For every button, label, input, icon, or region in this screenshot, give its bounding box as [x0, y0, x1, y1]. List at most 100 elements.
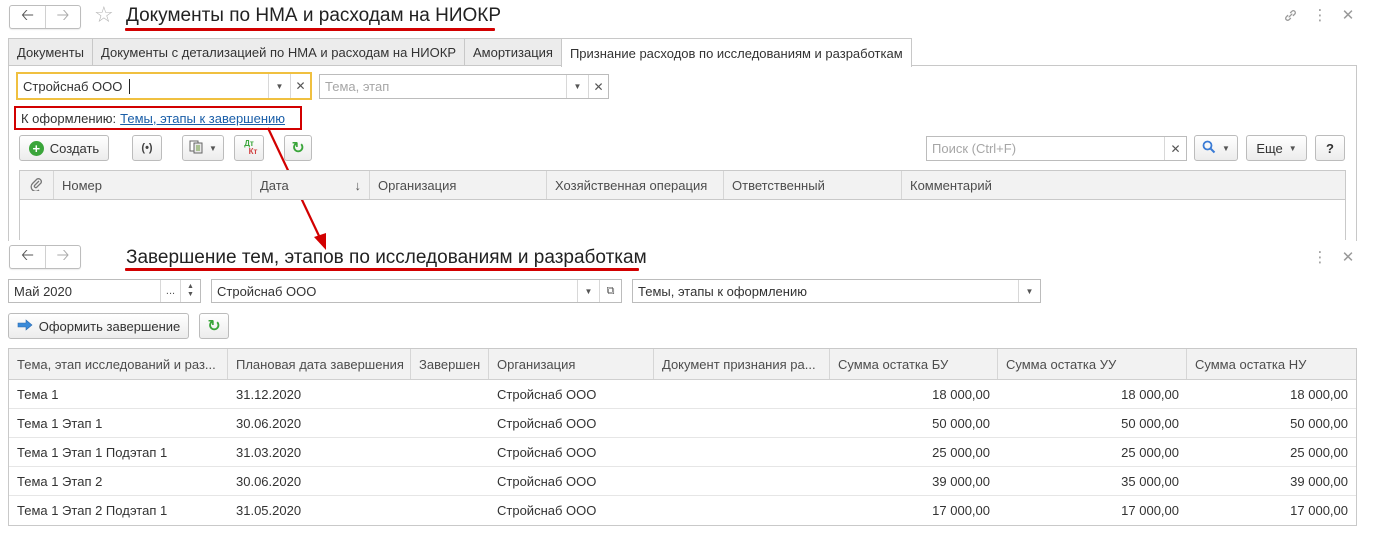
dt-kt-button[interactable]: Дт Кт: [234, 135, 264, 161]
cell-organization: Стройснаб ООО: [497, 503, 597, 518]
close-window-icon[interactable]: ✕: [1339, 248, 1357, 266]
cell-completed: [411, 496, 489, 525]
cell-planned-date: 30.06.2020: [236, 415, 302, 431]
cell-balance-nu: 50 000,00: [1290, 415, 1348, 431]
complete-button-label: Оформить завершение: [38, 318, 181, 334]
search-placeholder: Поиск (Ctrl+F): [932, 141, 1017, 156]
cell-balance-bu: 18 000,00: [932, 386, 990, 402]
column-planned-date[interactable]: Плановая дата завершения: [228, 349, 411, 379]
period-spinner[interactable]: ▲ ▼: [180, 280, 200, 302]
spin-up-icon[interactable]: ▲: [187, 283, 194, 291]
bottom-title-annotation-underline: [125, 268, 639, 271]
cell-balance-uu: 17 000,00: [1121, 503, 1179, 518]
cell-organization: Стройснаб ООО: [497, 415, 597, 431]
bottom-nav-buttons: 🡠 🡢: [9, 245, 81, 269]
copy-documents-button[interactable]: ▼: [182, 135, 224, 161]
forward-arrow-icon[interactable]: 🡢: [45, 246, 80, 268]
refresh-icon: ↻: [291, 140, 305, 157]
cell-balance-uu: 18 000,00: [1121, 386, 1179, 402]
cell-balance-uu: 35 000,00: [1121, 473, 1179, 489]
period-select-button[interactable]: ...: [160, 280, 180, 302]
cell-organization: Стройснаб ООО: [497, 444, 597, 460]
bottom-organization-value: Стройснаб ООО: [217, 283, 317, 299]
cell-topic: Тема 1 Этап 2 Подэтап 1: [17, 503, 168, 518]
cell-planned-date: 30.06.2020: [236, 473, 302, 489]
cell-balance-nu: 18 000,00: [1290, 386, 1348, 402]
cell-planned-date: 31.03.2020: [236, 444, 302, 460]
chevron-down-icon: ▼: [1222, 143, 1230, 153]
refresh-button[interactable]: ↻: [284, 135, 312, 161]
kt-label: Кт: [248, 147, 258, 156]
help-button[interactable]: ?: [1315, 135, 1345, 161]
column-number[interactable]: Номер: [54, 171, 252, 199]
cell-completed: [411, 467, 489, 495]
create-button-label: Создать: [49, 140, 100, 156]
cell-balance-nu: 39 000,00: [1290, 473, 1348, 489]
complete-button[interactable]: Оформить завершение: [8, 313, 189, 339]
column-responsible[interactable]: Ответственный: [724, 171, 902, 199]
sort-down-icon: ↓: [354, 177, 362, 193]
bottom-refresh-button[interactable]: ↻: [199, 313, 229, 339]
tab-expense-recognition[interactable]: Признание расходов по исследованиям и ра…: [560, 38, 912, 67]
search-button[interactable]: ▼: [1194, 135, 1238, 161]
back-arrow-icon[interactable]: 🡠: [10, 246, 45, 268]
chevron-down-icon[interactable]: ▼: [577, 280, 599, 302]
more-button-label: Еще: [1256, 140, 1283, 156]
cell-topic: Тема 1 Этап 1 Подэтап 1: [17, 444, 168, 460]
period-field[interactable]: Май 2020 ... ▲ ▼: [8, 279, 201, 303]
cell-balance-bu: 17 000,00: [932, 503, 990, 518]
cell-balance-uu: 25 000,00: [1121, 444, 1179, 460]
cell-balance-bu: 39 000,00: [932, 473, 990, 489]
search-field[interactable]: Поиск (Ctrl+F) ✕: [926, 136, 1187, 161]
help-button-label: ?: [1326, 140, 1334, 156]
column-comment[interactable]: Комментарий: [902, 171, 1345, 199]
search-icon: [1202, 140, 1216, 157]
table-row[interactable]: Тема 1 Этап 1 Подэтап 1 31.03.2020 Стройсн…: [9, 438, 1356, 467]
paperclip-column[interactable]: [20, 171, 54, 199]
cell-recognition-doc: [654, 438, 830, 466]
cell-completed: [411, 438, 489, 466]
column-recognition-doc[interactable]: Документ признания ра...: [654, 349, 830, 379]
clear-icon[interactable]: ✕: [1164, 137, 1186, 160]
cell-organization: Стройснаб ООО: [497, 473, 597, 489]
bottom-organization-field[interactable]: Стройснаб ООО ▼ ⧉: [211, 279, 622, 303]
spin-down-icon[interactable]: ▼: [187, 291, 194, 299]
column-topic[interactable]: Тема, этап исследований и раз...: [9, 349, 228, 379]
documents-grid-body: [19, 200, 1346, 240]
table-body: Тема 1 31.12.2020 Стройснаб ООО 18 000,00 18…: [9, 380, 1356, 525]
cell-recognition-doc: [654, 380, 830, 408]
column-balance-nu[interactable]: Сумма остатка НУ: [1187, 349, 1356, 379]
period-value: Май 2020: [14, 283, 72, 299]
topics-table: Тема, этап исследований и раз... Планова…: [8, 348, 1357, 526]
column-balance-bu[interactable]: Сумма остатка БУ: [830, 349, 998, 379]
column-operation[interactable]: Хозяйственная операция: [547, 171, 724, 199]
right-arrow-icon: [17, 318, 33, 334]
column-date-label: Дата: [260, 177, 289, 193]
radio-waves-button[interactable]: (•): [132, 135, 162, 161]
table-row[interactable]: Тема 1 Этап 2 30.06.2020 Стройснаб ООО 39 0…: [9, 467, 1356, 496]
cell-balance-bu: 50 000,00: [932, 415, 990, 431]
cell-recognition-doc: [654, 496, 830, 525]
table-row[interactable]: Тема 1 Этап 2 Подэтап 1 31.05.2020 Стройсн…: [9, 496, 1356, 525]
filter-value: Темы, этапы к оформлению: [638, 283, 807, 299]
chevron-down-icon[interactable]: ▼: [1018, 280, 1040, 302]
bottom-window-title: Завершение тем, этапов по исследованиям …: [126, 247, 647, 268]
open-icon[interactable]: ⧉: [599, 280, 621, 302]
column-organization[interactable]: Организация: [370, 171, 547, 199]
table-row[interactable]: Тема 1 Этап 1 30.06.2020 Стройснаб ООО 50 0…: [9, 409, 1356, 438]
cell-recognition-doc: [654, 467, 830, 495]
filter-field[interactable]: Темы, этапы к оформлению ▼: [632, 279, 1041, 303]
column-balance-uu[interactable]: Сумма остатка УУ: [998, 349, 1187, 379]
column-completed[interactable]: Завершен: [411, 349, 489, 379]
chevron-down-icon: ▼: [209, 143, 217, 153]
documents-grid-header: Номер Дата ↓ Организация Хозяйственная о…: [19, 170, 1346, 200]
cell-balance-uu: 50 000,00: [1121, 415, 1179, 431]
column-organization[interactable]: Организация: [489, 349, 654, 379]
more-button[interactable]: Еще ▼: [1246, 135, 1307, 161]
column-date[interactable]: Дата ↓: [252, 171, 370, 199]
paperclip-icon: [30, 177, 43, 194]
cell-balance-bu: 25 000,00: [932, 444, 990, 460]
kebab-menu-icon[interactable]: ⋮: [1311, 248, 1329, 266]
create-button[interactable]: + Создать: [19, 135, 109, 161]
table-row[interactable]: Тема 1 31.12.2020 Стройснаб ООО 18 000,00 18…: [9, 380, 1356, 409]
